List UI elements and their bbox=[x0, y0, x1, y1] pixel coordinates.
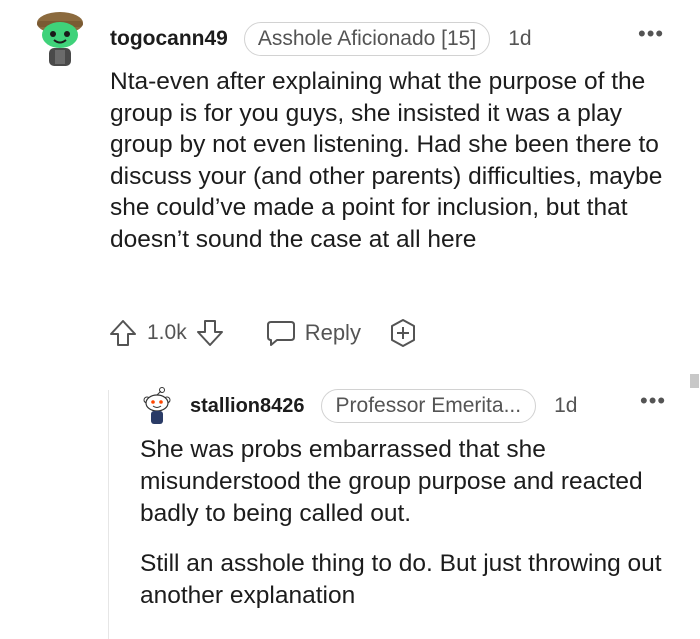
comment-header: togocann49 Asshole Aficionado [15] 1d bbox=[110, 22, 532, 56]
username[interactable]: togocann49 bbox=[110, 27, 228, 51]
thread-line[interactable] bbox=[108, 390, 109, 639]
award-button[interactable] bbox=[387, 317, 419, 349]
comment-age: 1d bbox=[554, 394, 578, 417]
comment-body: Nta-even after explaining what the purpo… bbox=[110, 68, 663, 253]
reply-icon bbox=[266, 321, 295, 346]
reply-button[interactable]: Reply bbox=[265, 318, 361, 348]
user-flair: Asshole Aficionado [15] bbox=[243, 22, 491, 56]
reply-paragraph: Still an asshole thing to do. But just t… bbox=[140, 550, 662, 609]
snoo-avatar-icon[interactable] bbox=[142, 386, 172, 426]
vote-count: 1.0k bbox=[147, 321, 187, 344]
user-avatar-icon[interactable] bbox=[34, 10, 86, 68]
reply-paragraph: She was probs embarrassed that she misun… bbox=[140, 436, 643, 527]
upvote-icon[interactable] bbox=[108, 318, 138, 348]
reply-body: She was probs embarrassed that she misun… bbox=[140, 434, 680, 612]
username[interactable]: stallion8426 bbox=[190, 395, 305, 418]
comment-age: 1d bbox=[508, 27, 532, 50]
downvote-icon[interactable] bbox=[195, 318, 225, 348]
scrollbar-thumb[interactable] bbox=[690, 374, 699, 388]
award-icon bbox=[390, 319, 415, 347]
more-options-icon[interactable]: ••• bbox=[638, 23, 664, 45]
reply-header: stallion8426 Professor Emerita... 1d bbox=[190, 389, 577, 423]
user-flair: Professor Emerita... bbox=[320, 389, 537, 423]
reply-label: Reply bbox=[304, 320, 361, 345]
comment-actions: 1.0k Reply bbox=[108, 314, 419, 352]
more-options-icon[interactable]: ••• bbox=[640, 390, 666, 412]
